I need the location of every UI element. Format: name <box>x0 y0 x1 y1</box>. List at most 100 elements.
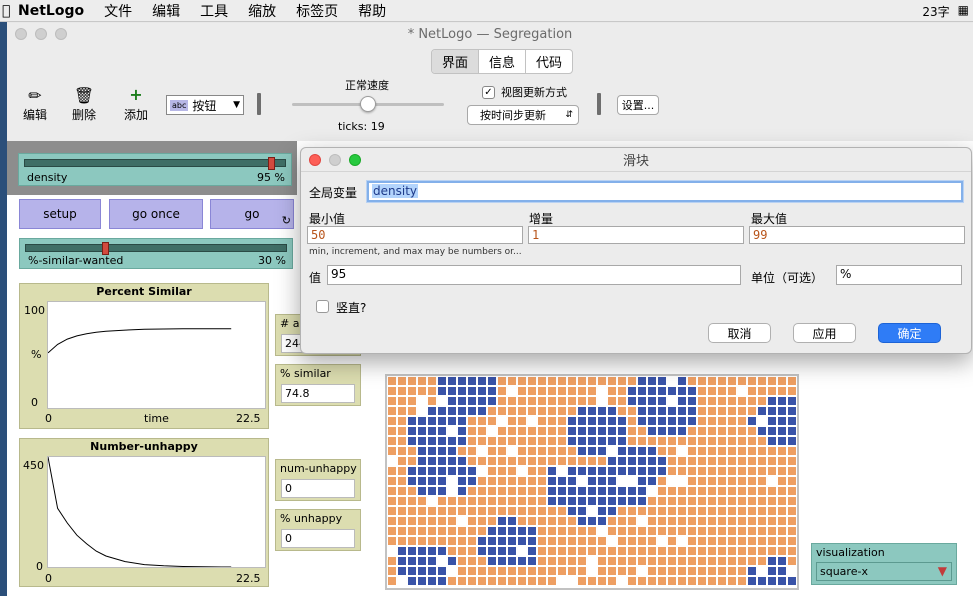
patch <box>458 457 466 465</box>
patch <box>578 567 586 575</box>
patch <box>458 377 466 385</box>
patch <box>428 547 436 555</box>
view-updates-checkbox[interactable]: ✓ 视图更新方式 <box>482 84 567 100</box>
ok-button[interactable]: 确定 <box>878 323 941 343</box>
patch <box>448 477 456 485</box>
density-slider-value: 95 % <box>257 171 285 184</box>
patch <box>528 437 536 445</box>
patch <box>538 447 546 455</box>
patch <box>568 437 576 445</box>
app-menu[interactable]: NetLogo <box>18 3 84 19</box>
patch <box>418 537 426 545</box>
tab-code[interactable]: 代码 <box>526 50 572 73</box>
patch <box>478 397 486 405</box>
input-method-icon[interactable]: ▦ <box>958 3 969 20</box>
patch <box>648 407 656 415</box>
patch <box>578 397 586 405</box>
patch <box>468 417 476 425</box>
patch <box>778 507 786 515</box>
menu-edit[interactable]: 编辑 <box>152 1 180 21</box>
apple-icon[interactable]:  <box>2 3 16 19</box>
widget-type-select[interactable]: abc 按钮 ▼ <box>166 95 244 115</box>
cancel-button[interactable]: 取消 <box>708 323 771 343</box>
patch <box>588 447 596 455</box>
patch <box>598 457 606 465</box>
patch <box>398 387 406 395</box>
menu-tabs[interactable]: 标签页 <box>296 1 338 21</box>
min-input[interactable]: 50 <box>307 226 523 244</box>
global-variable-input[interactable]: density <box>367 181 963 202</box>
patch <box>718 377 726 385</box>
settings-button[interactable]: 设置... <box>617 95 659 115</box>
checkmark-icon[interactable]: ✓ <box>482 85 495 99</box>
patch <box>598 507 606 515</box>
delete-tool[interactable]: 🗑 删除 <box>64 86 104 123</box>
similar-slider-track[interactable] <box>25 244 287 252</box>
chooser-title: visualization <box>816 546 885 559</box>
patch <box>668 487 676 495</box>
vertical-checkbox[interactable] <box>316 300 329 313</box>
patch <box>718 437 726 445</box>
window-titlebar: * NetLogo — Segregation <box>7 23 973 45</box>
patch <box>418 377 426 385</box>
apply-button[interactable]: 应用 <box>793 323 856 343</box>
patch <box>568 567 576 575</box>
patch <box>568 417 576 425</box>
edit-tool[interactable]: ✏ 编辑 <box>15 86 55 123</box>
patch <box>718 457 726 465</box>
patch <box>568 407 576 415</box>
patch <box>438 457 446 465</box>
patch <box>768 497 776 505</box>
patch <box>688 487 696 495</box>
patch <box>558 507 566 515</box>
speed-slider-knob[interactable] <box>360 96 376 112</box>
patch <box>408 557 416 565</box>
menu-tools[interactable]: 工具 <box>200 1 228 21</box>
world-view[interactable] <box>385 374 799 590</box>
patch <box>688 377 696 385</box>
patch <box>748 387 756 395</box>
update-mode-select[interactable]: 按时间步更新 ⇵ <box>467 105 579 125</box>
patch <box>778 497 786 505</box>
patch <box>468 577 476 585</box>
patch <box>728 407 736 415</box>
patch <box>628 397 636 405</box>
patch <box>438 387 446 395</box>
patch <box>418 417 426 425</box>
similar-wanted-slider[interactable]: %-similar-wanted 30 % <box>19 238 293 269</box>
tab-interface[interactable]: 界面 <box>432 50 480 73</box>
units-input[interactable]: % <box>836 265 962 285</box>
density-slider-knob[interactable] <box>268 157 276 170</box>
patch <box>738 497 746 505</box>
menu-file[interactable]: 文件 <box>104 1 132 21</box>
go-button[interactable]: go ↻ <box>210 199 294 229</box>
patch <box>688 527 696 535</box>
tab-info[interactable]: 信息 <box>479 50 527 73</box>
menu-zoom[interactable]: 缩放 <box>248 1 276 21</box>
patch <box>398 397 406 405</box>
menu-help[interactable]: 帮助 <box>358 1 386 21</box>
chooser-value[interactable]: square-x ▼ <box>816 562 952 581</box>
max-input[interactable]: 99 <box>749 226 965 244</box>
go-once-button[interactable]: go once <box>109 199 203 229</box>
patch <box>738 547 746 555</box>
patch <box>698 427 706 435</box>
visualization-chooser[interactable]: visualization square-x ▼ <box>811 543 957 585</box>
patch <box>528 447 536 455</box>
global-variable-label: 全局变量 <box>309 186 358 200</box>
patch <box>738 477 746 485</box>
setup-button[interactable]: setup <box>19 199 101 229</box>
add-tool[interactable]: + 添加 <box>116 86 156 123</box>
patch <box>478 567 486 575</box>
increment-input[interactable]: 1 <box>528 226 744 244</box>
patch <box>768 517 776 525</box>
density-slider[interactable]: density 95 % <box>18 153 292 186</box>
patch <box>408 417 416 425</box>
plot-title: Percent Similar <box>96 285 192 298</box>
patch <box>608 427 616 435</box>
density-slider-track[interactable] <box>24 159 286 167</box>
value-input[interactable]: 95 <box>327 265 741 285</box>
patch <box>668 557 676 565</box>
patch <box>778 567 786 575</box>
patch <box>408 467 416 475</box>
